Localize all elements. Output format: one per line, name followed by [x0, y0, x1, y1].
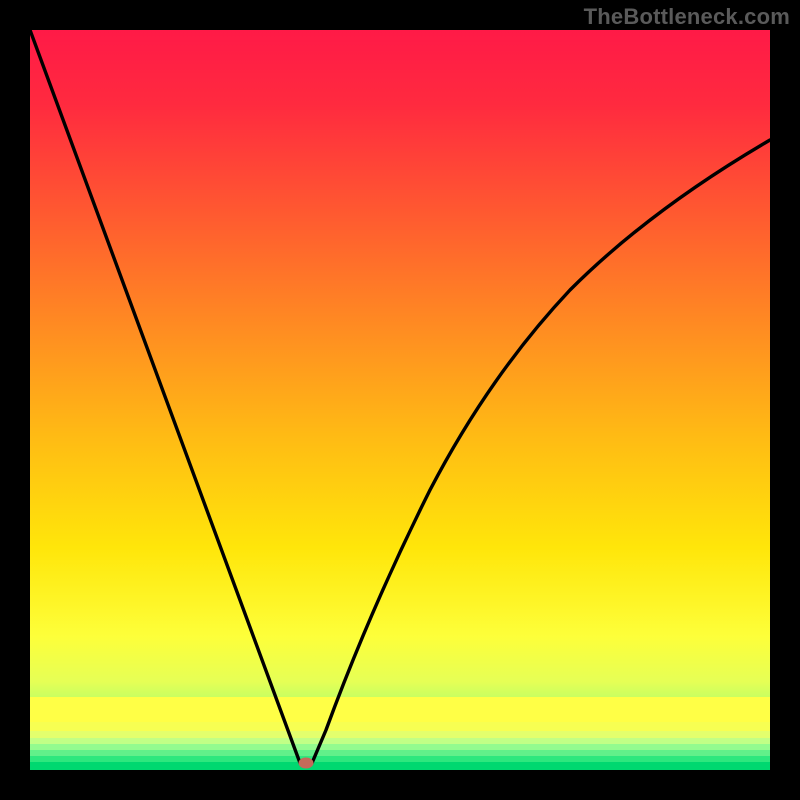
- curve-path: [30, 30, 770, 766]
- chart-frame: TheBottleneck.com: [0, 0, 800, 800]
- bottleneck-curve: [30, 30, 770, 770]
- minimum-marker: [299, 758, 314, 769]
- plot-area: [30, 30, 770, 770]
- watermark-label: TheBottleneck.com: [584, 4, 790, 30]
